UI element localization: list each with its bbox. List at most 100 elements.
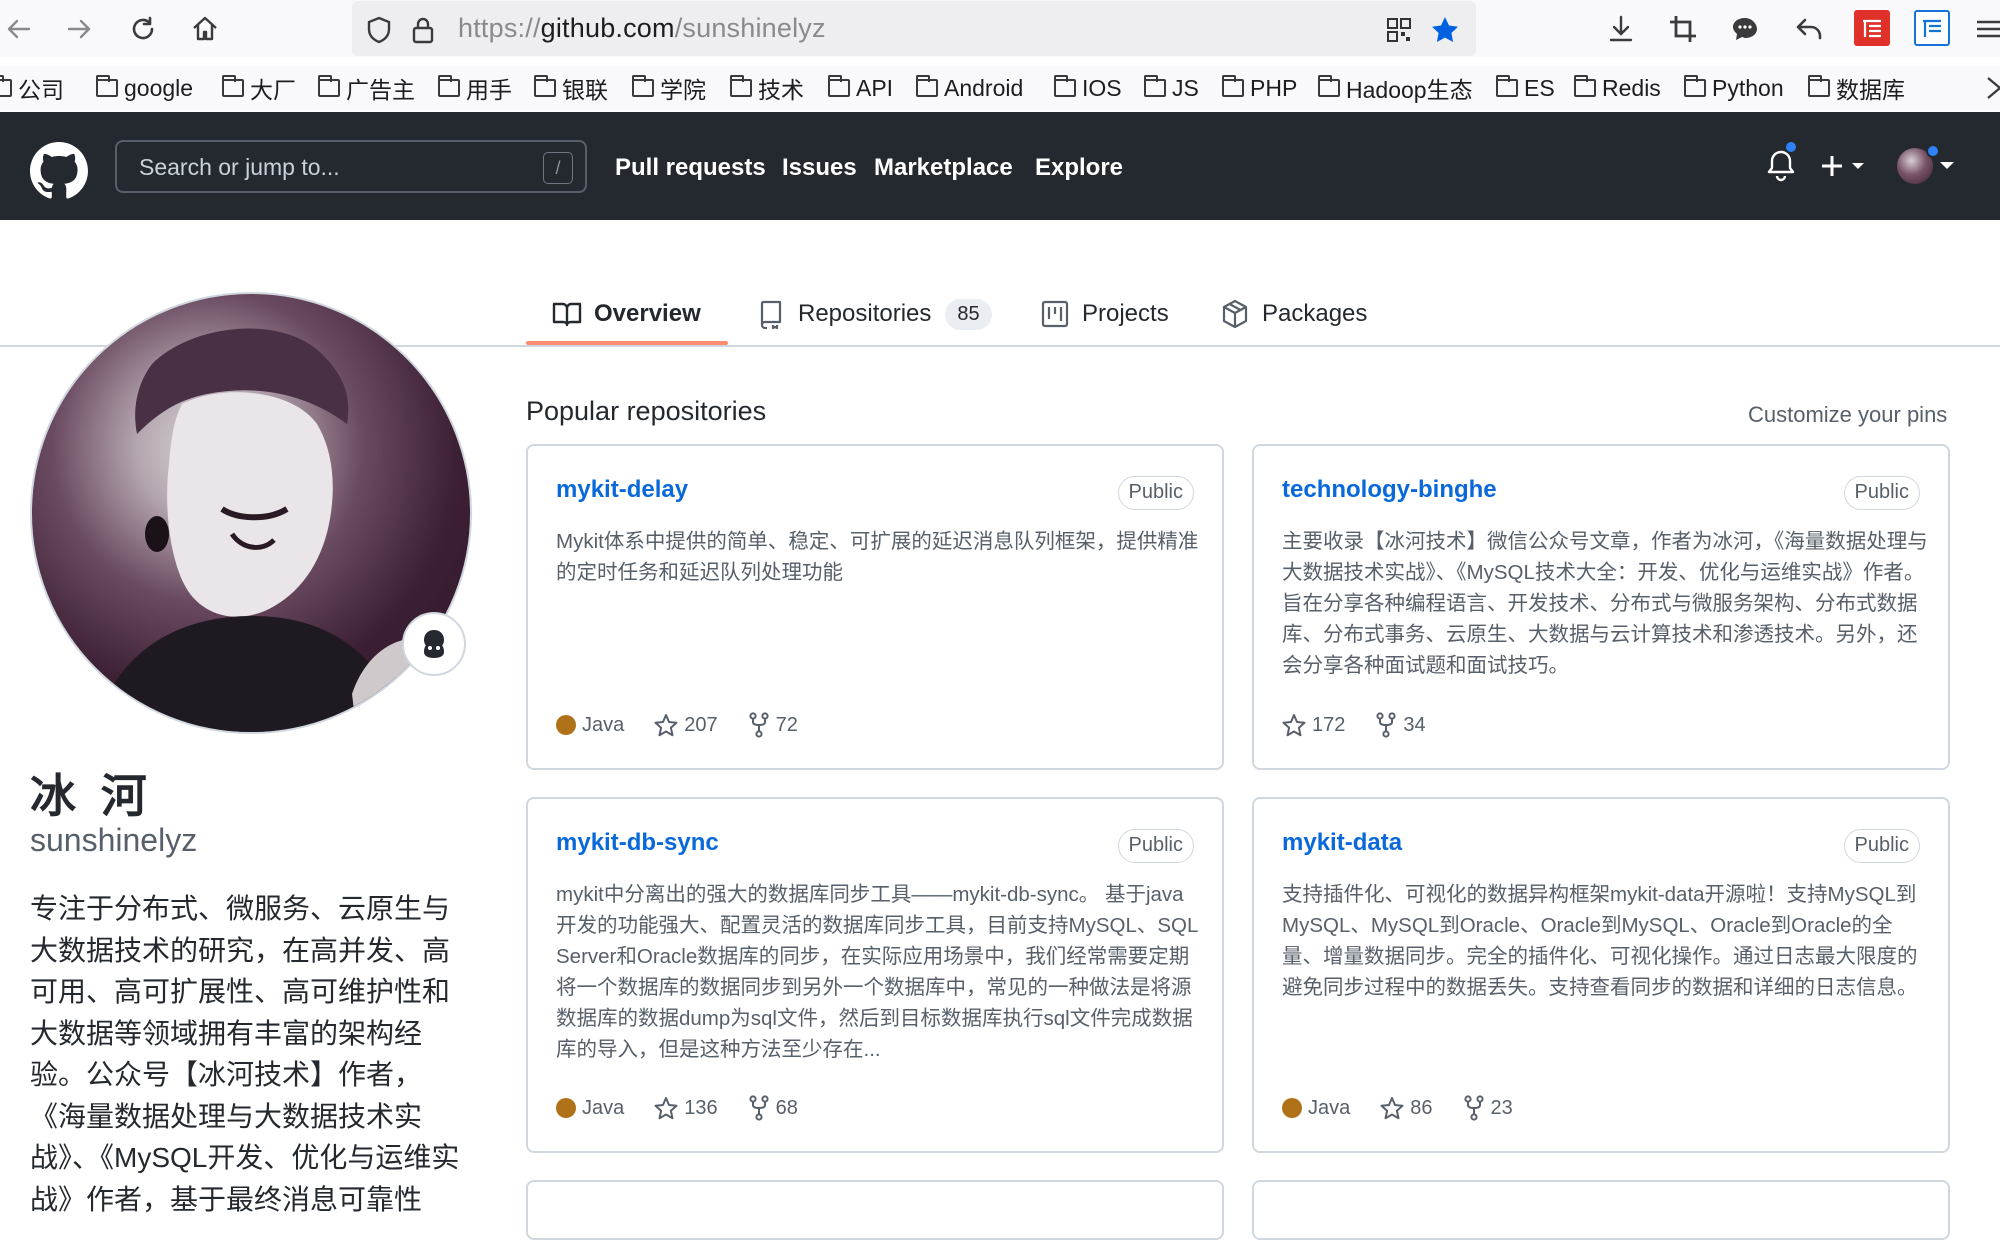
bookmark-folder[interactable]: ES — [1496, 70, 1555, 106]
repo-name-link[interactable]: technology-binghe — [1282, 476, 1497, 504]
bookmark-folder[interactable]: 技术 — [730, 70, 804, 106]
more-bookmarks-icon[interactable] — [1986, 70, 2000, 106]
folder-icon — [0, 75, 12, 97]
user-avatar-menu[interactable] — [1896, 144, 1956, 188]
bookmark-folder[interactable]: Redis — [1574, 70, 1661, 106]
bookmark-label: JS — [1172, 74, 1199, 101]
back-icon[interactable] — [0, 10, 38, 48]
bookmark-folder[interactable]: 公司 — [0, 70, 64, 106]
reload-icon[interactable] — [124, 10, 162, 48]
download-icon[interactable] — [1604, 12, 1638, 46]
repo-name-link[interactable]: mykit-data — [1282, 829, 1402, 857]
notification-dot — [1784, 140, 1798, 154]
bookmark-folder[interactable]: 学院 — [632, 70, 706, 106]
package-icon — [1220, 299, 1250, 329]
url-host: github.com — [540, 13, 675, 43]
profile-avatar[interactable] — [30, 292, 472, 734]
notifications-bell-icon[interactable] — [1760, 140, 1802, 188]
repo-stars-link[interactable]: 172 — [1282, 713, 1345, 737]
folder-icon — [1318, 75, 1340, 97]
project-icon — [1040, 299, 1070, 329]
bookmark-label: 技术 — [758, 77, 804, 103]
nav-issues[interactable]: Issues — [782, 154, 857, 182]
stars-count: 207 — [684, 713, 718, 736]
store-extension-icon[interactable] — [1854, 10, 1890, 46]
bookmark-label: 大厂 — [250, 77, 296, 103]
folder-icon — [1144, 75, 1166, 97]
tab-overview[interactable]: Overview — [552, 286, 701, 342]
chat-icon[interactable] — [1728, 12, 1762, 46]
repo-card: mykit-data Public 支持插件化、可视化的数据异构框架mykit-… — [1252, 797, 1950, 1153]
repo-name-link[interactable]: mykit-db-sync — [556, 829, 719, 857]
nav-explore[interactable]: Explore — [1035, 154, 1123, 182]
repo-stars-link[interactable]: 136 — [654, 1096, 718, 1120]
bookmark-star-icon[interactable] — [1428, 13, 1462, 47]
repo-forks-link[interactable]: 34 — [1375, 712, 1426, 738]
bookmark-label: google — [124, 74, 194, 101]
github-logo-icon[interactable] — [30, 142, 88, 200]
undo-icon[interactable] — [1792, 12, 1826, 46]
language-label: Java — [1308, 1096, 1351, 1119]
visibility-badge: Public — [1117, 829, 1194, 863]
repo-stars-link[interactable]: 86 — [1380, 1096, 1433, 1120]
lock-icon[interactable] — [406, 13, 440, 47]
repo-forks-link[interactable]: 68 — [748, 1095, 798, 1121]
bookmark-folder[interactable]: Android — [916, 70, 1023, 106]
bookmark-label: PHP — [1250, 74, 1298, 101]
menu-icon[interactable] — [1972, 12, 2000, 46]
bookmark-folder[interactable]: PHP — [1222, 70, 1297, 106]
blue-store-extension-icon[interactable] — [1914, 10, 1950, 46]
bookmark-folder[interactable]: 数据库 — [1808, 70, 1905, 106]
fork-icon — [749, 1095, 769, 1121]
bookmark-folder[interactable]: 银联 — [534, 70, 608, 106]
repo-name-link[interactable]: mykit-delay — [556, 476, 688, 504]
repositories-count-badge: 85 — [945, 298, 992, 330]
customize-pins-link[interactable]: Customize your pins — [1748, 402, 1947, 428]
star-icon — [1282, 714, 1306, 737]
forks-count: 72 — [775, 713, 798, 736]
repo-forks-link[interactable]: 72 — [748, 712, 798, 738]
bookmark-folder[interactable]: Hadoop生态 — [1318, 70, 1473, 106]
nav-marketplace[interactable]: Marketplace — [874, 154, 1013, 182]
bookmark-folder[interactable]: Python — [1684, 70, 1784, 106]
forks-count: 34 — [1403, 713, 1426, 736]
bookmark-folder[interactable]: IOS — [1054, 70, 1122, 106]
forward-icon[interactable] — [60, 10, 98, 48]
star-icon — [654, 714, 678, 737]
bookmark-folder[interactable]: 用手 — [438, 70, 512, 106]
language-label: Java — [582, 713, 625, 736]
nav-pull-requests[interactable]: Pull requests — [615, 154, 766, 182]
status-emoji-button[interactable] — [402, 612, 466, 676]
bookmark-label: Android — [944, 74, 1024, 101]
repo-forks-link[interactable]: 23 — [1463, 1095, 1513, 1121]
url-bar[interactable]: https://github.com/sunshinelyz — [352, 1, 1476, 56]
search-input[interactable]: Search or jump to... / — [115, 140, 587, 193]
create-new-dropdown[interactable] — [1820, 146, 1872, 186]
visibility-badge: Public — [1843, 476, 1920, 510]
url-scheme: https:// — [458, 13, 541, 43]
folder-icon — [1808, 75, 1830, 97]
bookmark-folder[interactable]: API — [828, 70, 893, 106]
bookmark-folder[interactable]: JS — [1144, 70, 1199, 106]
url-text[interactable]: https://github.com/sunshinelyz — [458, 13, 826, 44]
home-icon[interactable] — [186, 10, 224, 48]
repo-meta: Java 207 72 — [556, 710, 828, 740]
tab-repositories[interactable]: Repositories 85 — [756, 286, 992, 342]
bookmark-folder[interactable]: 大厂 — [222, 70, 296, 106]
star-icon — [1380, 1097, 1404, 1120]
tab-label: Repositories — [798, 300, 932, 327]
octocat-icon — [424, 630, 444, 658]
folder-icon — [730, 75, 752, 97]
bookmark-folder[interactable]: google — [96, 70, 193, 106]
stars-count: 86 — [1410, 1096, 1433, 1119]
tab-packages[interactable]: Packages — [1220, 286, 1367, 342]
crop-icon[interactable] — [1666, 12, 1700, 46]
qrcode-icon[interactable] — [1382, 13, 1416, 47]
repo-language: Java — [1282, 1097, 1350, 1120]
tab-projects[interactable]: Projects — [1040, 286, 1169, 342]
shield-icon[interactable] — [362, 13, 396, 47]
repo-stars-link[interactable]: 207 — [654, 713, 718, 737]
bookmark-folder[interactable]: 广告主 — [318, 70, 415, 106]
language-label: Java — [582, 1096, 625, 1119]
tab-label: Overview — [594, 300, 701, 327]
